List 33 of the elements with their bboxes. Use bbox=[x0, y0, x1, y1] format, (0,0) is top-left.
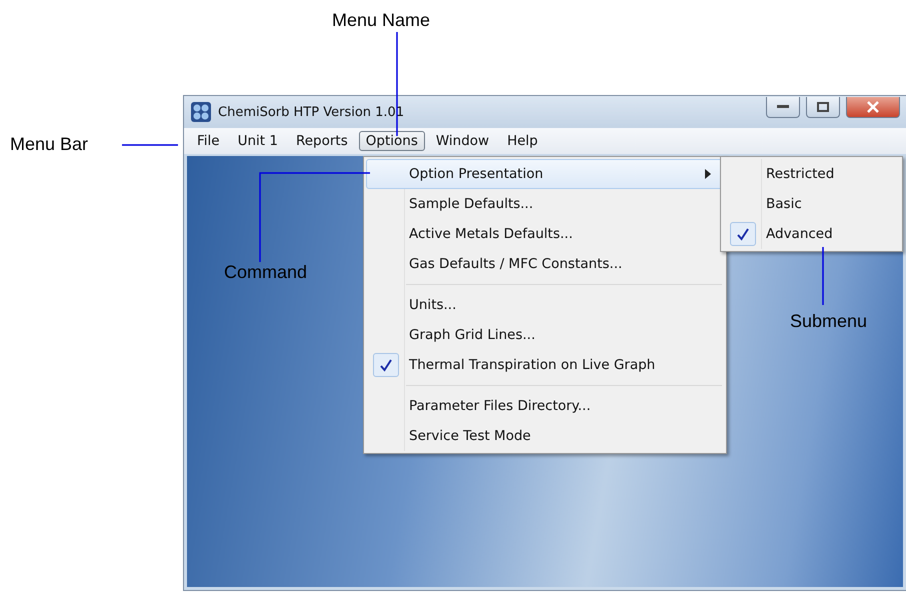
callout-label: Command bbox=[224, 262, 308, 283]
menu-item[interactable]: Graph Grid Lines... bbox=[366, 320, 724, 350]
callout-label: Submenu bbox=[790, 311, 868, 332]
menu-bar-item[interactable]: File bbox=[190, 131, 227, 151]
callout-label: Menu Bar bbox=[10, 134, 88, 155]
menu-item[interactable]: Basic bbox=[723, 189, 900, 219]
menu-item[interactable]: Advanced bbox=[723, 219, 900, 249]
menu-item[interactable]: Parameter Files Directory... bbox=[366, 391, 724, 421]
menu-item[interactable]: Sample Defaults... bbox=[366, 189, 724, 219]
minimize-button[interactable] bbox=[766, 96, 800, 118]
menu-item[interactable]: Restricted bbox=[723, 159, 900, 189]
menu-item[interactable]: Active Metals Defaults... bbox=[366, 219, 724, 249]
menu-item[interactable]: Thermal Transpiration on Live Graph bbox=[366, 350, 724, 380]
close-icon bbox=[867, 100, 879, 112]
checkmark-icon bbox=[730, 222, 756, 246]
minimize-icon bbox=[777, 105, 789, 108]
checkmark-icon bbox=[373, 353, 399, 377]
menu-bar-item[interactable]: Reports bbox=[288, 131, 355, 151]
app-logo-icon bbox=[190, 101, 212, 123]
maximize-button[interactable] bbox=[806, 96, 840, 118]
menu-item[interactable]: Units... bbox=[366, 290, 724, 320]
leader-line bbox=[122, 144, 178, 146]
menu-item[interactable]: Gas Defaults / MFC Constants... bbox=[366, 249, 724, 279]
menu-item[interactable]: Service Test Mode bbox=[366, 421, 724, 451]
callout-label: Menu Name bbox=[332, 10, 430, 31]
close-button[interactable] bbox=[846, 96, 900, 118]
maximize-icon bbox=[817, 102, 829, 112]
submenu-arrow-icon bbox=[705, 169, 711, 179]
menu-bar-item[interactable]: Unit 1 bbox=[230, 131, 285, 151]
menu-bar-item[interactable]: Help bbox=[500, 131, 545, 151]
menu-bar-item[interactable]: Window bbox=[428, 131, 496, 151]
leader-line bbox=[822, 247, 824, 305]
menu-bar-item[interactable]: Options bbox=[358, 131, 425, 151]
